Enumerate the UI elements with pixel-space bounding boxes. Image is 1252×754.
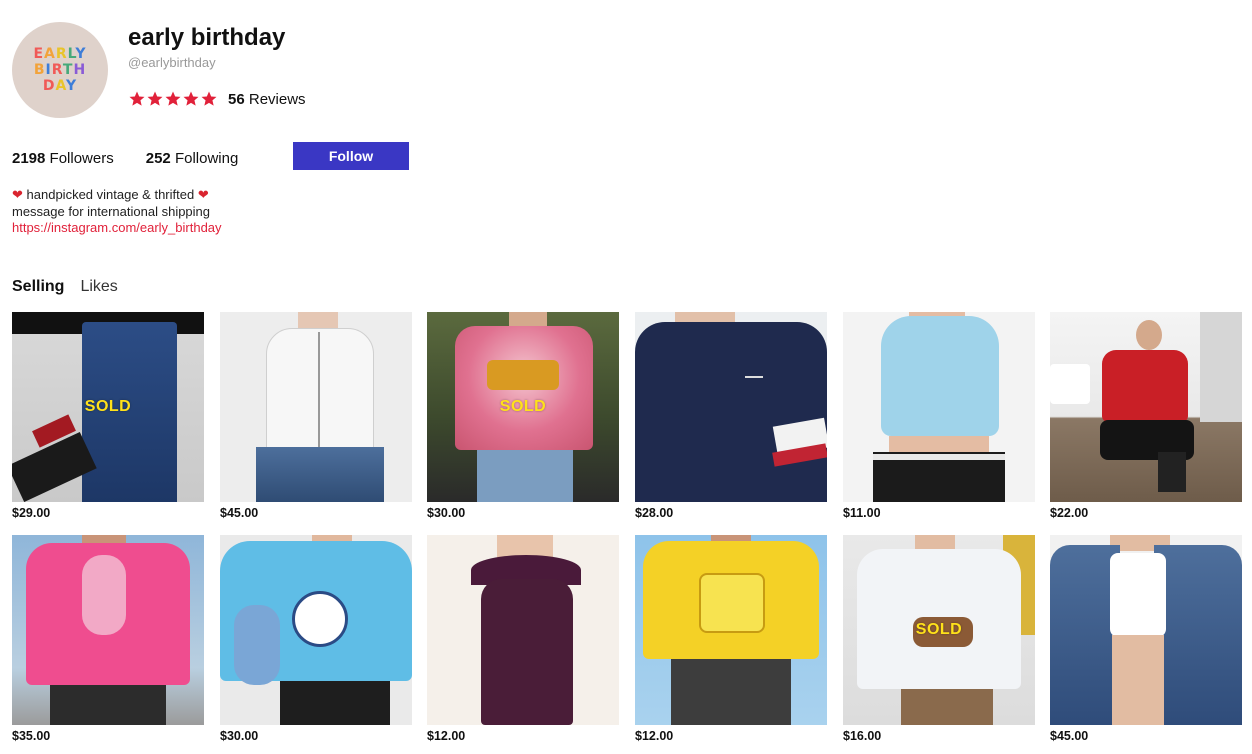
shop-name: early birthday <box>128 24 286 51</box>
listing-tile[interactable]: $28.00 <box>635 312 827 520</box>
listing-tile[interactable]: $22.00 <box>1050 312 1242 520</box>
listing-tile[interactable]: $45.00 <box>220 312 412 520</box>
reviews-label: Reviews <box>248 90 306 108</box>
listing-price: $12.00 <box>427 729 466 743</box>
listing-price: $35.00 <box>12 729 51 743</box>
listing-tile[interactable]: SOLD $16.00 <box>843 535 1035 743</box>
bio-text-1: handpicked vintage & thrifted <box>26 187 195 202</box>
tab-selling[interactable]: Selling <box>12 278 64 296</box>
bio-line-2: message for international shipping <box>12 203 211 219</box>
listing-photo[interactable] <box>1050 535 1242 725</box>
listing-photo[interactable]: SOLD <box>12 312 204 502</box>
reviews-count: 56 <box>228 90 245 108</box>
avatar-line-1: EARLY <box>33 46 87 62</box>
listing-price: $11.00 <box>843 506 881 520</box>
star-icon <box>146 90 164 108</box>
listing-price: $30.00 <box>427 506 466 520</box>
listing-tile[interactable]: SOLD $30.00 <box>427 312 619 520</box>
rating-stars <box>128 90 218 108</box>
heart-icon: ❤ <box>12 187 23 202</box>
listing-tile[interactable]: $30.00 <box>220 535 412 743</box>
listing-photo[interactable] <box>427 535 619 725</box>
listing-photo[interactable] <box>220 535 412 725</box>
shop-handle: @earlybirthday <box>128 55 216 70</box>
listing-price: $12.00 <box>635 729 674 743</box>
followers-link[interactable]: 2198 Followers <box>12 150 114 167</box>
rating[interactable]: 56 Reviews <box>128 90 306 108</box>
listing-price: $45.00 <box>220 506 259 520</box>
star-icon <box>200 90 218 108</box>
star-icon <box>182 90 200 108</box>
listing-tile[interactable]: SOLD $29.00 <box>12 312 204 520</box>
sold-badge: SOLD <box>915 621 963 638</box>
sold-badge: SOLD <box>499 398 547 415</box>
followers-count: 2198 <box>12 150 46 167</box>
shop-avatar[interactable]: EARLY BIRTH DAY <box>12 22 108 118</box>
listing-price: $30.00 <box>220 729 259 743</box>
listing-price: $45.00 <box>1050 729 1089 743</box>
listing-tile[interactable]: $11.00 <box>843 312 1035 520</box>
shop-bio: ❤ handpicked vintage & thrifted ❤ messag… <box>12 187 222 237</box>
bio-line-1: ❤ handpicked vintage & thrifted ❤ <box>12 187 222 204</box>
tab-likes[interactable]: Likes <box>80 278 117 296</box>
listing-price: $16.00 <box>843 729 882 743</box>
follow-stats: 2198 Followers 252 Following <box>12 150 238 167</box>
listing-photo[interactable] <box>1050 312 1242 502</box>
listing-photo[interactable] <box>843 312 1035 502</box>
listing-tile[interactable]: $12.00 <box>427 535 619 743</box>
listing-price: $28.00 <box>635 506 674 520</box>
listing-photo[interactable] <box>635 312 827 502</box>
instagram-link[interactable]: https://instagram.com/early_birthday <box>12 220 222 237</box>
avatar-line-2: BIRTH <box>33 62 87 78</box>
following-link[interactable]: 252 Following <box>146 150 239 167</box>
listing-photo[interactable] <box>635 535 827 725</box>
star-icon <box>164 90 182 108</box>
followers-label: Followers <box>49 150 114 167</box>
listing-tile[interactable]: $35.00 <box>12 535 204 743</box>
follow-button[interactable]: Follow <box>293 142 409 170</box>
listing-photo[interactable]: SOLD <box>843 535 1035 725</box>
listing-photo[interactable] <box>12 535 204 725</box>
profile-tabs: Selling Likes <box>12 278 118 296</box>
following-count: 252 <box>145 150 171 167</box>
listing-price: $29.00 <box>12 506 51 520</box>
listing-tile[interactable]: $45.00 <box>1050 535 1242 743</box>
listing-photo[interactable] <box>220 312 412 502</box>
listing-photo[interactable]: SOLD <box>427 312 619 502</box>
following-label: Following <box>174 150 239 167</box>
heart-icon: ❤ <box>197 187 209 202</box>
listing-tile[interactable]: $12.00 <box>635 535 827 743</box>
listing-price: $22.00 <box>1050 506 1089 520</box>
avatar-line-3: DAY <box>42 78 78 94</box>
star-icon <box>128 90 146 108</box>
sold-badge: SOLD <box>84 398 132 415</box>
reviews-link[interactable]: 56 Reviews <box>228 91 306 108</box>
